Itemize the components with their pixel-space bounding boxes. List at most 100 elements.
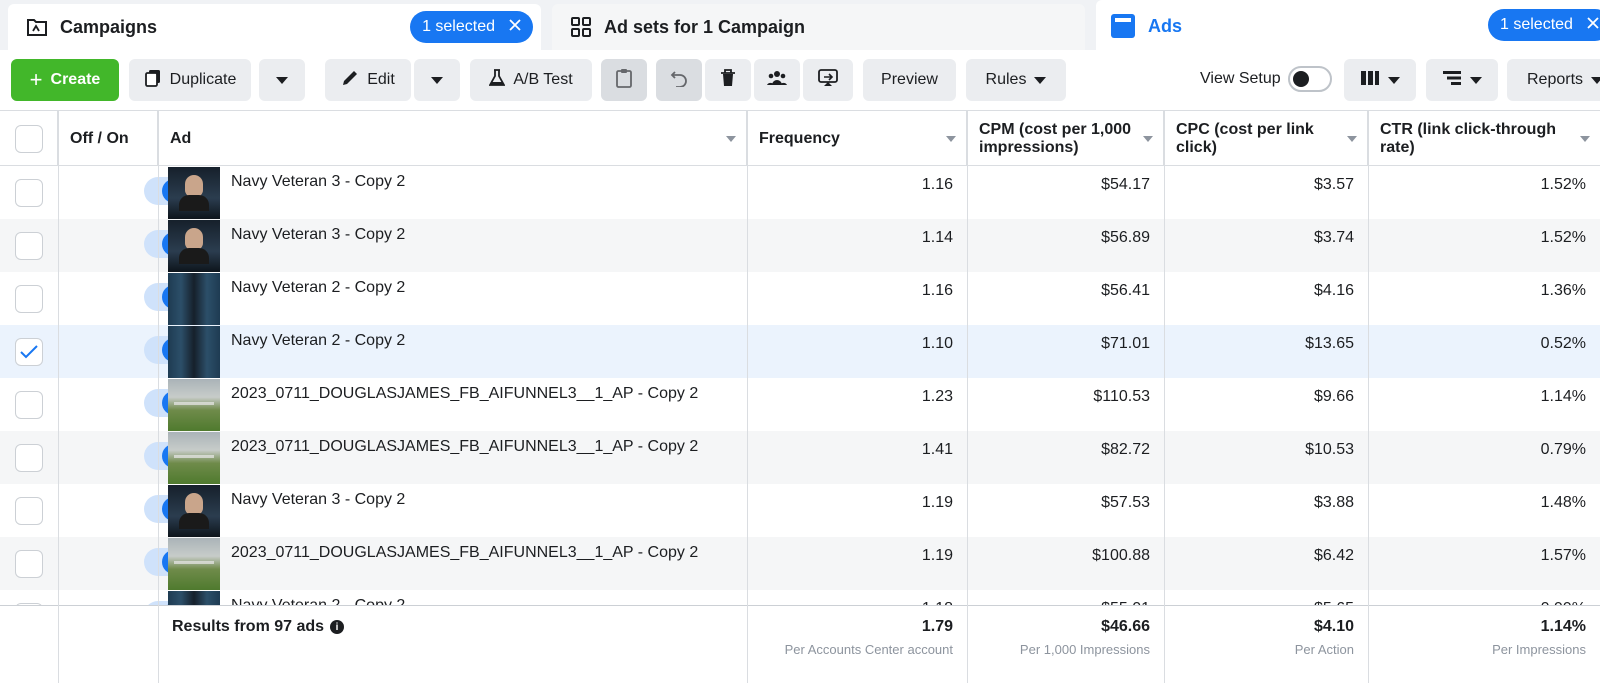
clear-selection-close-icon[interactable] <box>509 18 521 36</box>
table-row[interactable]: Navy Veteran 2 - Copy 2 1.16 $56.41 $4.16 1.… <box>0 272 1600 325</box>
tab-ads[interactable]: Ads 1 selected <box>1096 0 1600 52</box>
row-checkbox[interactable] <box>15 549 43 578</box>
row-select-cell[interactable] <box>0 272 58 325</box>
ad-thumbnail[interactable] <box>168 326 220 378</box>
header-ad[interactable]: Ad <box>158 111 747 166</box>
row-toggle-cell[interactable] <box>58 219 188 272</box>
sort-icon[interactable] <box>946 136 956 142</box>
table-row[interactable]: Navy Veteran 2 - Copy 2 1.18$55.01$5.650.… <box>0 590 1600 605</box>
ad-name[interactable]: Navy Veteran 3 - Copy 2 <box>231 166 741 219</box>
table-row[interactable]: Navy Veteran 3 - Copy 2 1.16 $54.17 $3.57 1.… <box>0 166 1600 219</box>
header-ad-label: Ad <box>170 129 192 147</box>
row-checkbox[interactable] <box>15 496 43 525</box>
ad-name[interactable]: 2023_0711_DOUGLASJAMES_FB_AIFUNNEL3__1_A… <box>231 537 741 590</box>
row-select-cell[interactable] <box>0 378 58 431</box>
ads-selected-pill[interactable]: 1 selected <box>1488 9 1600 41</box>
ad-thumbnail[interactable] <box>168 379 220 431</box>
campaigns-selected-pill[interactable]: 1 selected <box>410 11 533 43</box>
cpc-value: $6.42 <box>1313 547 1354 564</box>
header-ctr[interactable]: CTR (link click-through rate) <box>1368 111 1600 166</box>
row-select-cell[interactable] <box>0 484 58 537</box>
ad-card-icon <box>1110 13 1136 39</box>
edit-button[interactable]: Edit <box>325 59 411 101</box>
ad-name[interactable]: 2023_0711_DOUGLASJAMES_FB_AIFUNNEL3__1_A… <box>231 431 741 484</box>
duplicate-button[interactable]: Duplicate <box>129 59 251 101</box>
view-setup-toggle[interactable] <box>1288 66 1332 92</box>
row-checkbox[interactable] <box>15 337 43 366</box>
breakdown-button[interactable] <box>1426 59 1498 101</box>
row-select-cell[interactable] <box>0 590 58 605</box>
ad-thumbnail[interactable] <box>168 432 220 484</box>
select-all-checkbox[interactable] <box>14 124 43 153</box>
table-row[interactable]: Navy Veteran 2 - Copy 2 1.10 $71.01 $13.65 0… <box>0 325 1600 378</box>
info-icon[interactable]: i <box>330 620 345 634</box>
ab-test-button[interactable]: A/B Test <box>470 59 592 101</box>
duplicate-dropdown-button[interactable] <box>259 59 305 101</box>
row-toggle-cell[interactable] <box>58 484 188 537</box>
ctr-value: 1.52% <box>1540 176 1586 193</box>
row-toggle-cell[interactable] <box>58 166 188 219</box>
audience-button[interactable] <box>754 59 800 101</box>
header-cpc[interactable]: CPC (cost per link click) <box>1164 111 1368 166</box>
sort-icon[interactable] <box>1143 136 1153 142</box>
footer-cpm-sub: Per 1,000 Impressions <box>1019 642 1150 657</box>
rules-button[interactable]: Rules <box>966 59 1066 101</box>
ad-thumbnail[interactable] <box>168 220 220 272</box>
preview-button[interactable]: Preview <box>863 59 956 101</box>
ad-thumbnail[interactable] <box>168 538 220 590</box>
row-select-cell[interactable] <box>0 325 58 378</box>
ad-thumbnail[interactable] <box>168 591 220 605</box>
create-button[interactable]: + Create <box>11 59 119 101</box>
tab-campaigns[interactable]: Campaigns 1 selected <box>8 4 541 50</box>
ad-thumbnail[interactable] <box>168 167 220 219</box>
row-select-cell[interactable] <box>0 431 58 484</box>
thumbnail-stripe <box>174 561 214 564</box>
row-select-cell[interactable] <box>0 166 58 219</box>
table-row[interactable]: 2023_0711_DOUGLASJAMES_FB_AIFUNNEL3__1_A… <box>0 537 1600 590</box>
table-row[interactable]: 2023_0711_DOUGLASJAMES_FB_AIFUNNEL3__1_A… <box>0 431 1600 484</box>
footer-cpm-value: $46.66 <box>1101 618 1150 635</box>
ad-thumbnail[interactable] <box>168 485 220 537</box>
sort-icon[interactable] <box>1347 136 1357 142</box>
reports-button[interactable]: Reports <box>1507 59 1600 101</box>
row-toggle-cell[interactable] <box>58 378 188 431</box>
header-select-all[interactable] <box>0 111 58 166</box>
header-frequency[interactable]: Frequency <box>747 111 967 166</box>
row-checkbox[interactable] <box>15 390 43 419</box>
sort-icon[interactable] <box>1580 136 1590 142</box>
table-row[interactable]: Navy Veteran 3 - Copy 2 1.14 $56.89 $3.74 1.… <box>0 219 1600 272</box>
ad-name[interactable]: Navy Veteran 2 - Copy 2 <box>231 325 741 378</box>
header-cpm[interactable]: CPM (cost per 1,000 impressions) <box>967 111 1164 166</box>
frequency-value: 1.41 <box>921 441 953 458</box>
thumbnail-face <box>185 175 203 197</box>
sort-icon[interactable] <box>726 136 736 142</box>
row-checkbox[interactable] <box>15 443 43 472</box>
delete-button[interactable] <box>705 59 751 101</box>
row-checkbox[interactable] <box>15 284 43 313</box>
share-button[interactable] <box>803 59 853 101</box>
tab-ad-sets[interactable]: Ad sets for 1 Campaign <box>552 4 1085 50</box>
ad-name[interactable]: Navy Veteran 3 - Copy 2 <box>231 219 741 272</box>
row-toggle-cell[interactable] <box>58 590 188 605</box>
undo-button[interactable] <box>656 59 702 101</box>
table-row[interactable]: 2023_0711_DOUGLASJAMES_FB_AIFUNNEL3__1_A… <box>0 378 1600 431</box>
row-checkbox[interactable] <box>15 178 43 207</box>
clipboard-button[interactable] <box>601 59 647 101</box>
ctr-value: 1.57% <box>1540 547 1586 564</box>
ad-name[interactable]: Navy Veteran 3 - Copy 2 <box>231 484 741 537</box>
edit-dropdown-button[interactable] <box>414 59 460 101</box>
row-toggle-cell[interactable] <box>58 537 188 590</box>
table-row[interactable]: Navy Veteran 3 - Copy 2 1.19 $57.53 $3.88 1.… <box>0 484 1600 537</box>
ad-name[interactable]: 2023_0711_DOUGLASJAMES_FB_AIFUNNEL3__1_A… <box>231 378 741 431</box>
row-select-cell[interactable] <box>0 219 58 272</box>
ad-name[interactable]: Navy Veteran 2 - Copy 2 <box>231 590 741 605</box>
ad-thumbnail[interactable] <box>168 273 220 325</box>
row-select-cell[interactable] <box>0 537 58 590</box>
ad-name[interactable]: Navy Veteran 2 - Copy 2 <box>231 272 741 325</box>
row-checkbox[interactable] <box>15 231 43 260</box>
row-toggle-cell[interactable] <box>58 431 188 484</box>
clear-ads-selection-close-icon[interactable] <box>1587 16 1599 34</box>
row-toggle-cell[interactable] <box>58 272 188 325</box>
row-toggle-cell[interactable] <box>58 325 188 378</box>
columns-button[interactable] <box>1344 59 1416 101</box>
